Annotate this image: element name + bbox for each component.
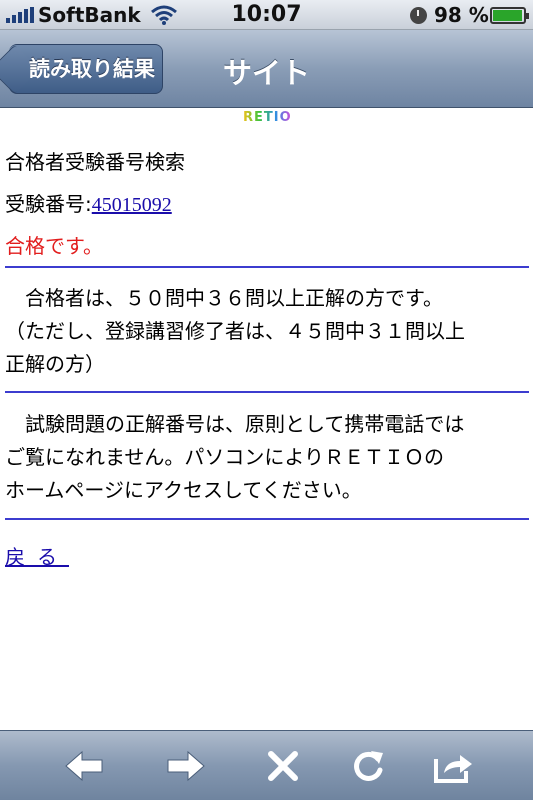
reload-icon[interactable]	[345, 743, 391, 789]
share-icon[interactable]	[430, 743, 476, 789]
battery-percent: 98 %	[434, 3, 489, 27]
status-bar: SoftBank 10:07 98 %	[0, 0, 533, 30]
web-content: RETIO 合格者受験番号検索 受験番号:45015092 合格です。 合格者は…	[0, 108, 533, 730]
forward-arrow-icon[interactable]	[162, 743, 208, 789]
browser-toolbar	[0, 730, 533, 800]
criteria-line: 合格者は、５０問中３６問以上正解の方です。	[5, 286, 443, 310]
divider	[5, 518, 529, 520]
alarm-icon	[410, 7, 427, 24]
back-arrow-icon[interactable]	[62, 743, 108, 789]
criteria-paragraph: 合格者は、５０問中３６問以上正解の方です。 （ただし、登録講習修了者は、４５問中…	[5, 282, 527, 381]
divider	[5, 391, 529, 393]
page-title: サイト	[222, 56, 310, 90]
notice-line: ご覧になれません。パソコンによりＲＥＴＩＯの	[5, 445, 444, 469]
retio-logo: RETIO	[243, 110, 292, 125]
back-link[interactable]: 戻る	[5, 541, 69, 570]
navigation-bar: 読み取り結果 サイト	[0, 30, 533, 108]
battery-icon	[490, 7, 529, 24]
back-button[interactable]: 読み取り結果	[9, 44, 163, 94]
stop-icon[interactable]	[260, 743, 306, 789]
exam-number-row: 受験番号:45015092	[5, 188, 172, 217]
search-heading: 合格者受験番号検索	[5, 150, 185, 174]
exam-number-label: 受験番号:	[5, 192, 92, 216]
exam-number-link[interactable]: 45015092	[92, 194, 172, 216]
notice-line: 試験問題の正解番号は、原則として携帯電話では	[5, 412, 465, 436]
criteria-line: （ただし、登録講習修了者は、４５問中３１問以上	[5, 319, 465, 343]
criteria-line: 正解の方）	[5, 352, 105, 376]
divider	[5, 266, 529, 268]
notice-line: ホームページにアクセスしてください。	[5, 478, 362, 502]
result-text: 合格です。	[5, 234, 103, 258]
notice-paragraph: 試験問題の正解番号は、原則として携帯電話では ご覧になれません。パソコンによりＲ…	[5, 408, 527, 507]
